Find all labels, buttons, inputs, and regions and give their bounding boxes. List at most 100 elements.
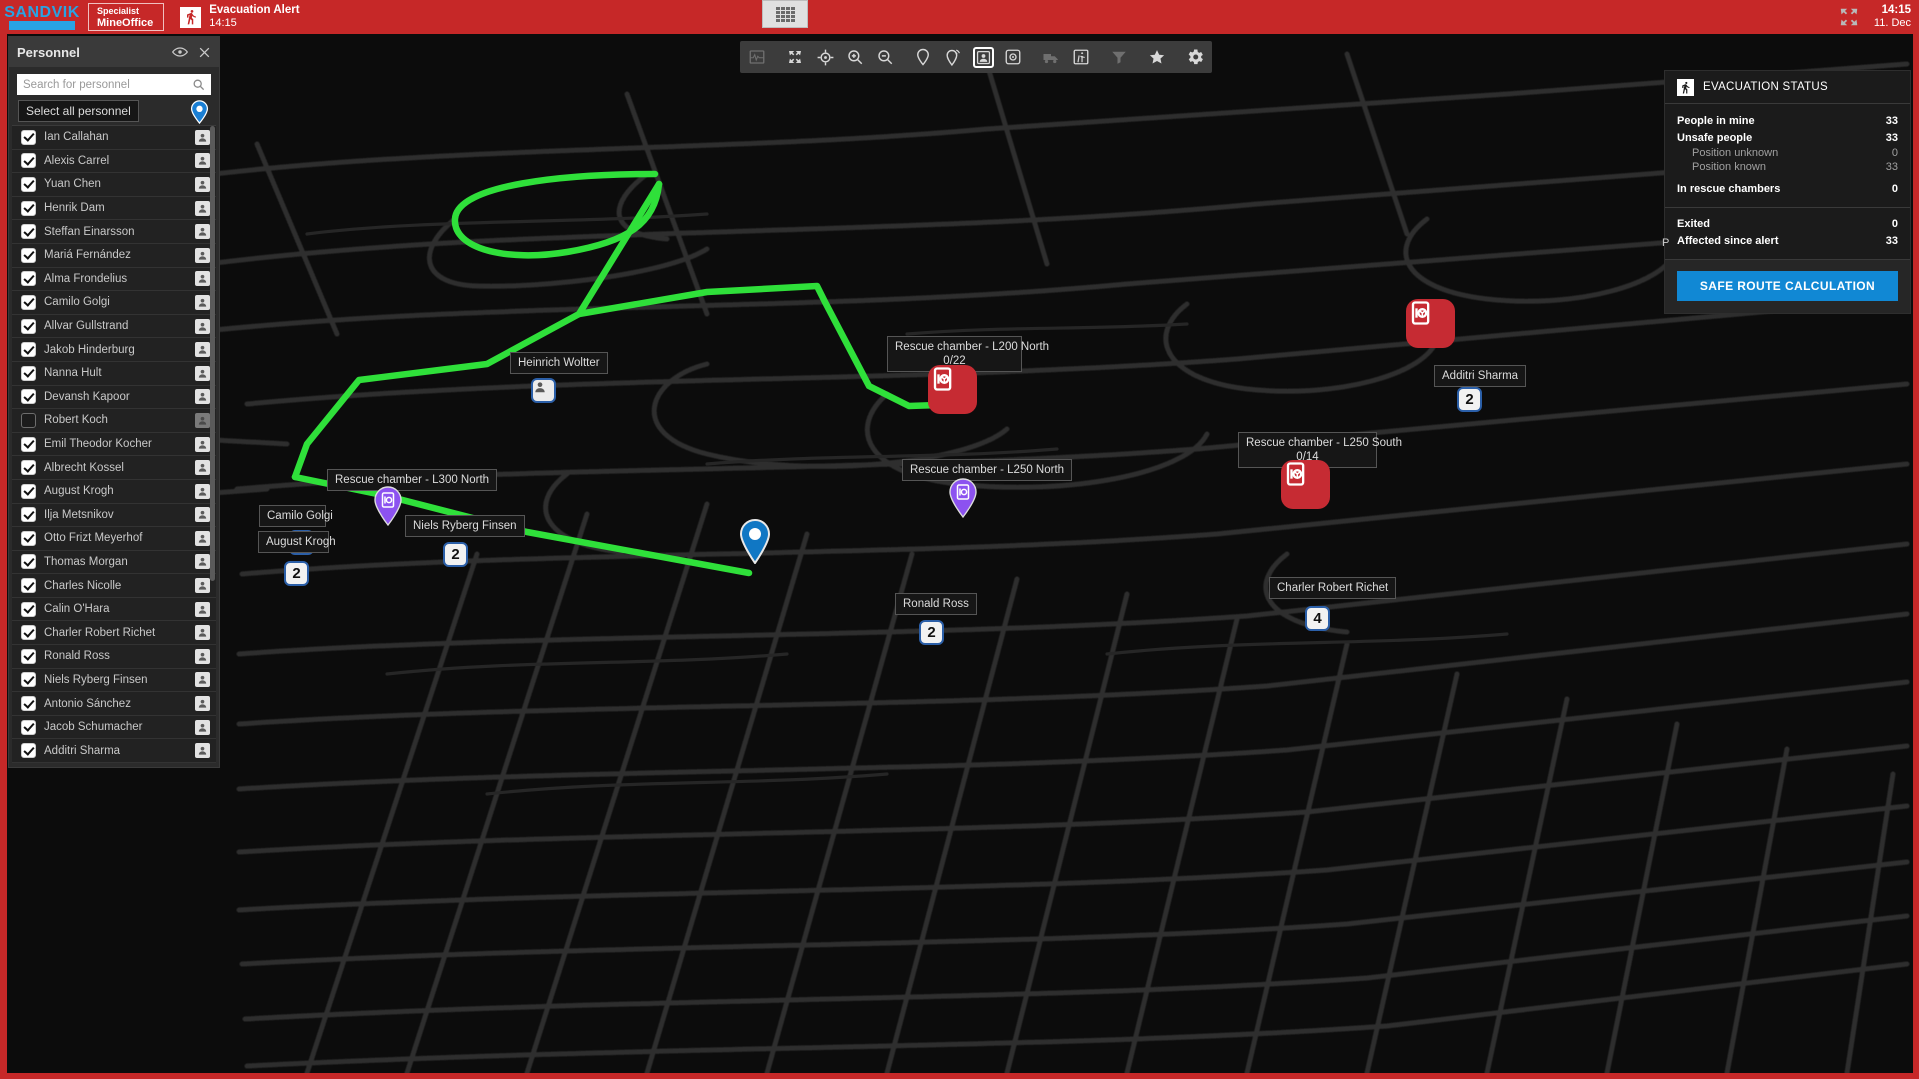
person-checkbox[interactable] [21,437,36,452]
cluster-badge-niels[interactable]: 2 [443,542,468,567]
person-avatar-icon[interactable] [195,649,210,664]
list-item[interactable]: Nanna Hult [12,362,216,386]
label-ronald-ross[interactable]: Ronald Ross [895,593,977,615]
person-checkbox[interactable] [21,389,36,404]
person-checkbox[interactable] [21,554,36,569]
person-avatar-icon[interactable] [195,437,210,452]
list-item[interactable]: Jacob Schumacher [12,716,216,740]
list-item[interactable]: Steffan Einarsson [12,220,216,244]
person-avatar-icon[interactable] [195,389,210,404]
person-avatar-icon[interactable] [195,153,210,168]
person-checkbox[interactable] [21,602,36,617]
list-item[interactable]: Yuan Chen [12,173,216,197]
person-checkbox[interactable] [21,743,36,758]
pin-selected-location[interactable] [737,518,773,564]
cluster-badge-golgi-2[interactable]: 2 [284,561,309,586]
person-checkbox[interactable] [21,271,36,286]
map-pin-signal-icon[interactable] [938,41,968,73]
magnifier-plus-icon[interactable] [840,41,870,73]
person-checkbox[interactable] [21,130,36,145]
person-checkbox[interactable] [21,224,36,239]
list-item[interactable]: Ilja Metsnikov [12,504,216,528]
person-avatar-icon[interactable] [195,554,210,569]
pin-rescue-chamber-l300-north[interactable] [373,486,401,524]
person-marker-heinrich-woltter[interactable] [531,378,556,403]
minimap-icon[interactable] [742,41,772,73]
person-avatar-icon[interactable] [195,484,210,499]
person-avatar-icon[interactable] [195,460,210,475]
person-avatar-icon[interactable] [195,177,210,192]
search-box[interactable] [17,74,211,95]
label-august-krogh[interactable]: August Krogh [258,531,329,553]
list-item[interactable]: Alexis Carrel [12,150,216,174]
cluster-badge-charler[interactable]: 4 [1305,606,1330,631]
list-item[interactable]: August Krogh [12,480,216,504]
funnel-filter-icon[interactable] [1104,41,1134,73]
list-item[interactable]: Jakob Hinderburg [12,338,216,362]
list-item[interactable]: Camilo Golgi [12,291,216,315]
list-item[interactable]: Charles Nicolle [12,574,216,598]
evacuation-alert-banner[interactable]: Evacuation Alert 14:15 [180,0,299,34]
list-item[interactable]: Henrik Dam [12,197,216,221]
person-avatar-icon[interactable] [195,224,210,239]
person-avatar-icon[interactable] [195,130,210,145]
person-avatar-icon[interactable] [195,413,210,428]
person-checkbox[interactable] [21,649,36,664]
list-item[interactable]: Albrecht Kossel [12,456,216,480]
person-avatar-icon[interactable] [195,295,210,310]
person-checkbox[interactable] [21,484,36,499]
select-all-personnel-row[interactable]: Select all personnel [9,99,219,125]
list-item[interactable]: Thomas Morgan [12,551,216,575]
person-checkbox[interactable] [21,366,36,381]
label-niels-ryberg-finsen[interactable]: Niels Ryberg Finsen [405,515,525,537]
map-pin-locate-icon[interactable] [188,100,210,124]
person-avatar-icon[interactable] [195,743,210,758]
person-avatar-icon[interactable] [195,248,210,263]
person-avatar-icon[interactable] [195,201,210,216]
person-checkbox[interactable] [21,413,36,428]
running-person-evacuation-icon[interactable] [1066,41,1096,73]
person-checkbox[interactable] [21,153,36,168]
list-item[interactable]: Alma Frondelius [12,268,216,292]
cluster-badge-ronald-ross[interactable]: 2 [919,620,944,645]
gear-icon[interactable] [1180,41,1210,73]
person-checkbox[interactable] [21,578,36,593]
label-rescue-chamber-l250-north[interactable]: Rescue chamber - L250 North [902,459,1072,481]
rescue-chamber-offscreen-marker[interactable] [1406,299,1455,348]
star-icon[interactable] [1142,41,1172,73]
arrows-expand-icon[interactable] [780,41,810,73]
person-checkbox[interactable] [21,625,36,640]
person-avatar-icon[interactable] [195,720,210,735]
person-avatar-icon[interactable] [195,531,210,546]
person-checkbox[interactable] [21,342,36,357]
map-toolbar[interactable] [740,41,1212,73]
person-avatar-icon[interactable] [195,366,210,381]
person-checkbox[interactable] [21,672,36,687]
person-avatar-icon[interactable] [195,602,210,617]
cluster-badge-additri[interactable]: 2 [1457,387,1482,412]
person-avatar-icon[interactable] [195,342,210,357]
tag-target-icon[interactable] [998,41,1028,73]
expand-fullscreen-icon[interactable] [1838,6,1860,28]
list-item[interactable]: Calin O'Hara [12,598,216,622]
list-item[interactable]: Charler Robert Richet [12,621,216,645]
person-avatar-icon[interactable] [195,672,210,687]
person-avatar-icon[interactable] [195,578,210,593]
list-item[interactable]: Mariá Fernández [12,244,216,268]
list-item[interactable]: Allvar Gullstrand [12,315,216,339]
label-rescue-chamber-l300-north[interactable]: Rescue chamber - L300 North [327,469,497,491]
pin-rescue-chamber-l250-north[interactable] [948,478,976,516]
magnifier-minus-icon[interactable] [870,41,900,73]
list-item[interactable]: Antonio Sánchez [12,692,216,716]
person-checkbox[interactable] [21,507,36,522]
person-checkbox[interactable] [21,177,36,192]
list-item[interactable]: Otto Frizt Meyerhof [12,527,216,551]
person-card-icon[interactable] [968,41,998,73]
list-item[interactable]: Niels Ryberg Finsen [12,669,216,693]
person-avatar-icon[interactable] [195,319,210,334]
list-item[interactable]: Devansh Kapoor [12,386,216,410]
crosshair-target-icon[interactable] [810,41,840,73]
close-x-icon[interactable] [198,46,211,59]
list-item[interactable]: Ian Callahan [12,126,216,150]
person-checkbox[interactable] [21,460,36,475]
